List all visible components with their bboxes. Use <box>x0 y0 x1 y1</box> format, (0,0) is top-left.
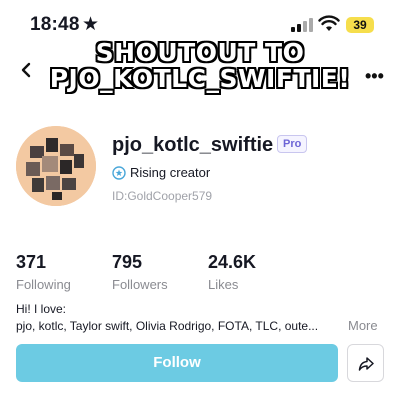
followers-count: 795 <box>112 252 143 272</box>
rising-creator-icon <box>112 166 126 180</box>
username: pjo_kotlc_swiftie <box>112 134 274 156</box>
caption-line-2: PJO_KOTLC_SWIFTIE! <box>49 64 351 93</box>
stat-followers[interactable]: 795 Followers <box>112 252 168 292</box>
rising-creator-label: Rising creator <box>130 165 211 180</box>
user-id: ID:GoldCooper579 <box>112 189 213 203</box>
bio-more-link[interactable]: More <box>348 318 378 333</box>
followers-label: Followers <box>112 277 168 292</box>
stat-likes[interactable]: 24.6K Likes <box>208 252 256 292</box>
battery-indicator: 39 <box>346 17 374 33</box>
likes-label: Likes <box>208 277 239 292</box>
follow-button[interactable]: Follow <box>16 344 338 382</box>
star-icon: ★ <box>82 14 100 35</box>
following-label: Following <box>16 277 71 292</box>
caption-line-1: SHOUTOUT TO <box>95 38 305 67</box>
share-button[interactable] <box>347 344 384 382</box>
more-icon[interactable]: ••• <box>365 66 384 87</box>
bio-line-2: pjo, kotlc, Taylor swift, Olivia Rodrigo… <box>16 319 319 333</box>
avatar[interactable] <box>16 126 96 206</box>
signal-icon <box>291 18 315 32</box>
following-count: 371 <box>16 252 47 272</box>
back-icon[interactable] <box>18 62 34 78</box>
pro-badge: Pro <box>277 135 308 153</box>
wifi-icon <box>318 15 340 37</box>
likes-count: 24.6K <box>208 252 257 272</box>
stat-following[interactable]: 371 Following <box>16 252 71 292</box>
status-bar: 18:48 ★ 39 <box>0 12 400 40</box>
bio-line-1: Hi! I love: <box>16 302 67 316</box>
status-time: 18:48 <box>30 14 80 35</box>
